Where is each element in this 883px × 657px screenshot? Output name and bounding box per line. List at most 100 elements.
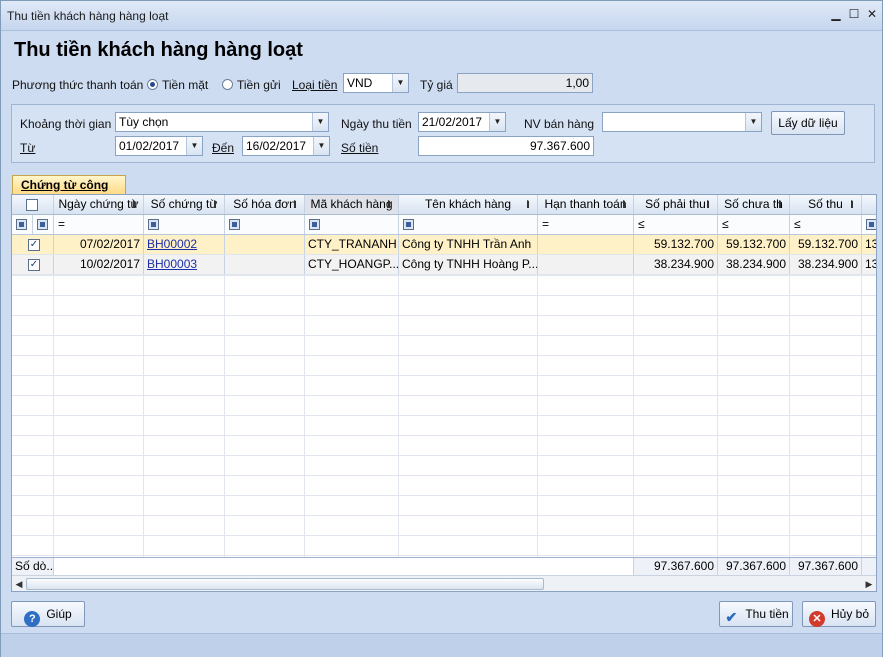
col-header-receivable[interactable]: Số phải thu xyxy=(634,195,718,214)
table-row[interactable]: ✓ 07/02/2017 BH00002 CTY_TRANANH Công ty… xyxy=(12,235,876,255)
receipt-date-label: Ngày thu tiền xyxy=(341,117,412,131)
maximize-icon[interactable]: ☐ xyxy=(847,7,861,21)
pin-icon[interactable] xyxy=(851,200,859,208)
col-header-paid[interactable]: Số thu xyxy=(790,195,862,214)
row-checkbox[interactable]: ✓ xyxy=(28,239,40,251)
filter-icon[interactable] xyxy=(16,219,27,230)
horizontal-scrollbar[interactable]: ◀ ▶ xyxy=(12,575,876,591)
filter-operator[interactable]: ≤ xyxy=(794,217,801,231)
period-select[interactable]: Tùy chọn ▼ xyxy=(115,112,329,132)
cell-due xyxy=(538,255,634,274)
cell-paid[interactable]: 59.132.700 xyxy=(790,235,862,254)
sales-staff-select[interactable]: ▼ xyxy=(602,112,762,132)
cancel-button-label: Hủy bỏ xyxy=(830,607,870,621)
scroll-left-icon[interactable]: ◀ xyxy=(13,578,25,590)
filter-voucher[interactable] xyxy=(144,215,225,234)
filter-icon[interactable] xyxy=(403,219,414,230)
filter-due[interactable]: = xyxy=(538,215,634,234)
debt-voucher-grid: Ngày chứng từ Số chứng từ Số hóa đơn Mã … xyxy=(11,194,877,592)
col-header-invoice[interactable]: Số hóa đơn xyxy=(225,195,305,214)
currency-select[interactable]: VND ▼ xyxy=(343,73,409,93)
col-header-date[interactable]: Ngày chứng từ xyxy=(54,195,144,214)
voucher-link[interactable]: BH00002 xyxy=(147,237,197,251)
voucher-link[interactable]: BH00003 xyxy=(147,257,197,271)
col-header-voucher[interactable]: Số chứng từ xyxy=(144,195,225,214)
collect-button[interactable]: ✔ Thu tiền xyxy=(719,601,793,627)
filter-icon[interactable] xyxy=(148,219,159,230)
select-all-checkbox[interactable] xyxy=(26,199,38,211)
filter-cell[interactable] xyxy=(33,215,54,234)
chevron-down-icon[interactable]: ▼ xyxy=(392,74,408,92)
bank-radio-label[interactable]: Tiền gửi xyxy=(237,78,281,92)
bank-radio[interactable] xyxy=(222,79,233,90)
scrollbar-thumb[interactable] xyxy=(26,578,544,590)
cancel-button[interactable]: ✕ Hủy bỏ xyxy=(802,601,876,627)
filter-cell[interactable] xyxy=(12,215,33,234)
row-check-cell[interactable]: ✓ xyxy=(12,235,54,254)
cell-due xyxy=(538,235,634,254)
chevron-down-icon[interactable]: ▼ xyxy=(745,113,761,131)
receipt-date-picker[interactable]: 21/02/2017 ▼ xyxy=(418,112,506,132)
col-header-more[interactable] xyxy=(862,195,876,214)
filter-more[interactable] xyxy=(862,215,876,234)
col-header-voucher-label: Số chứng từ xyxy=(150,197,218,211)
select-all-header xyxy=(12,195,54,214)
cell-paid[interactable]: 38.234.900 xyxy=(790,255,862,274)
filter-operator[interactable]: ≤ xyxy=(722,217,729,231)
get-data-button[interactable]: Lấy dữ liệu xyxy=(771,111,845,135)
chevron-down-icon[interactable]: ▼ xyxy=(489,113,505,131)
row-check-cell[interactable]: ✓ xyxy=(12,255,54,274)
filter-icon[interactable] xyxy=(229,219,240,230)
pin-icon[interactable] xyxy=(779,200,787,208)
filter-customer-code[interactable] xyxy=(305,215,399,234)
rate-field[interactable]: 1,00 xyxy=(457,73,593,93)
filter-operator[interactable]: = xyxy=(58,217,65,231)
filter-icon[interactable] xyxy=(866,219,876,230)
pin-icon[interactable] xyxy=(707,200,715,208)
cash-radio[interactable] xyxy=(147,79,158,90)
pin-icon[interactable] xyxy=(527,200,535,208)
col-header-customer-name[interactable]: Tên khách hàng xyxy=(399,195,538,214)
close-icon[interactable]: ✕ xyxy=(865,7,879,21)
filter-icon[interactable] xyxy=(309,219,320,230)
table-row[interactable]: ✓ 10/02/2017 BH00003 CTY_HOANGP... Công … xyxy=(12,255,876,275)
from-date-picker[interactable]: 01/02/2017 ▼ xyxy=(115,136,203,156)
help-button[interactable]: ? Giúp xyxy=(11,601,85,627)
filter-unpaid[interactable]: ≤ xyxy=(718,215,790,234)
filter-operator[interactable]: ≤ xyxy=(638,217,645,231)
cell-customer-name: Công ty TNHH Trần Anh xyxy=(399,235,538,254)
chevron-down-icon[interactable]: ▼ xyxy=(186,137,202,155)
total-unpaid: 97.367.600 xyxy=(718,558,790,575)
row-checkbox[interactable]: ✓ xyxy=(28,259,40,271)
col-header-due[interactable]: Hạn thanh toán xyxy=(538,195,634,214)
filter-operator[interactable]: = xyxy=(542,217,549,231)
cell-unpaid: 59.132.700 xyxy=(718,235,790,254)
to-date-picker[interactable]: 16/02/2017 ▼ xyxy=(242,136,330,156)
sales-staff-label: NV bán hàng xyxy=(524,117,595,131)
cell-customer-name: Công ty TNHH Hoàng P... xyxy=(399,255,538,274)
scroll-right-icon[interactable]: ▶ xyxy=(863,578,875,590)
pin-icon[interactable] xyxy=(214,200,222,208)
tab-debt-vouchers[interactable]: Chứng từ công nợ xyxy=(12,175,126,211)
filter-invoice[interactable] xyxy=(225,215,305,234)
pin-icon[interactable] xyxy=(294,200,302,208)
filter-receivable[interactable]: ≤ xyxy=(634,215,718,234)
amount-field[interactable]: 97.367.600 xyxy=(418,136,594,156)
filter-icon[interactable] xyxy=(37,219,48,230)
cash-radio-label[interactable]: Tiền mặt xyxy=(162,78,208,92)
chevron-down-icon[interactable]: ▼ xyxy=(312,113,328,131)
filter-customer-name[interactable] xyxy=(399,215,538,234)
filter-date[interactable]: = xyxy=(54,215,144,234)
filter-paid[interactable]: ≤ xyxy=(790,215,862,234)
col-header-receivable-label: Số phải thu xyxy=(645,197,706,211)
minimize-icon[interactable]: ▁ xyxy=(829,7,843,21)
grid-footer: Số dò... 97.367.600 97.367.600 97.367.60… xyxy=(12,557,876,575)
rate-label: Tỷ giá xyxy=(420,78,453,92)
col-header-unpaid[interactable]: Số chưa th xyxy=(718,195,790,214)
chevron-down-icon[interactable]: ▼ xyxy=(313,137,329,155)
pin-icon[interactable] xyxy=(388,200,396,208)
col-header-customer-code[interactable]: Mã khách hàng xyxy=(305,195,399,214)
col-header-customer-code-label: Mã khách hàng xyxy=(310,197,393,211)
pin-icon[interactable] xyxy=(623,200,631,208)
pin-icon[interactable] xyxy=(133,200,141,208)
